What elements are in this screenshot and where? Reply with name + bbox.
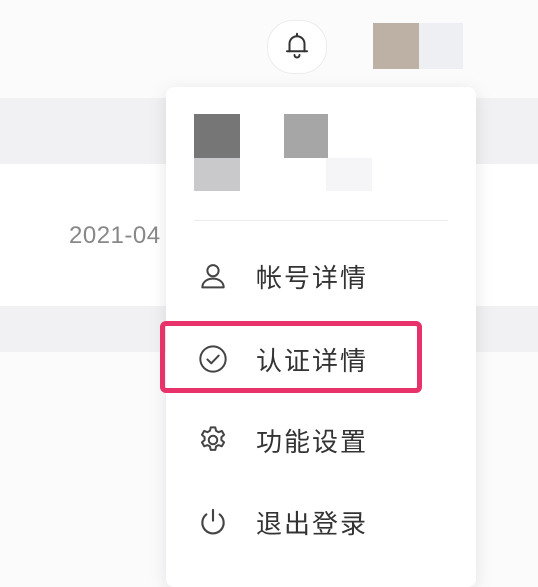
menu-divider (194, 220, 448, 221)
avatar-image (419, 23, 463, 69)
menu-item-logout[interactable]: 退出登录 (196, 494, 446, 550)
bell-icon (282, 30, 312, 65)
menu-item-account-details[interactable]: 帐号详情 (196, 248, 446, 304)
date-text: 2021-04 (69, 222, 161, 249)
user-avatar-placeholder (194, 158, 240, 191)
gear-icon (196, 423, 230, 457)
avatar-image (373, 23, 419, 69)
menu-item-label: 帐号详情 (256, 262, 369, 293)
highlight-box (160, 321, 422, 393)
menu-item-label: 退出登录 (256, 508, 369, 539)
avatar[interactable] (373, 23, 463, 69)
user-icon (196, 259, 230, 293)
user-name-placeholder (326, 158, 372, 191)
user-avatar-placeholder (194, 114, 240, 158)
notification-button[interactable] (267, 20, 327, 74)
menu-item-settings[interactable]: 功能设置 (196, 412, 446, 468)
user-name-placeholder (284, 114, 328, 158)
menu-item-label: 功能设置 (256, 426, 369, 457)
power-icon (196, 505, 230, 539)
